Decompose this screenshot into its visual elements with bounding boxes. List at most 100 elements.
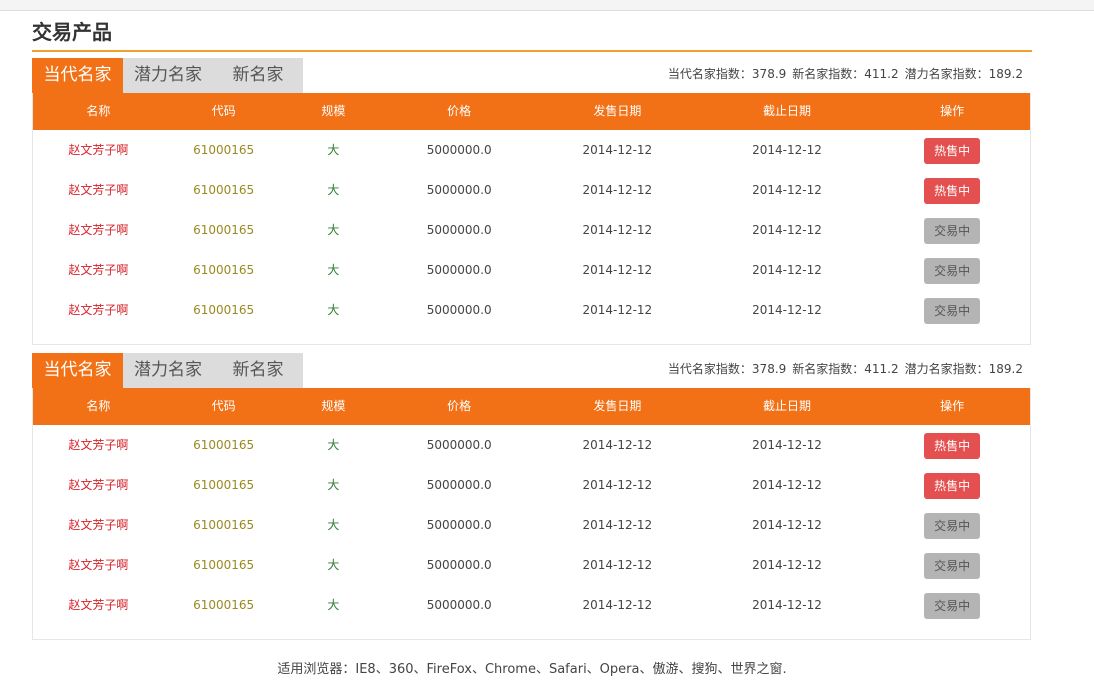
product-scale: 大 bbox=[327, 223, 340, 237]
tab-contemporary-masters[interactable]: 当代名家 bbox=[32, 58, 123, 93]
product-price: 5000000.0 bbox=[426, 558, 492, 572]
product-code: 61000165 bbox=[193, 558, 255, 572]
index-summary: 当代名家指数：378.9 新名家指数：411.2 潜力名家指数：189.2 bbox=[662, 353, 1023, 386]
product-scale: 大 bbox=[327, 143, 340, 157]
trading-button[interactable]: 交易中 bbox=[924, 217, 981, 244]
tab-new-masters[interactable]: 新名家 bbox=[213, 58, 303, 93]
product-name[interactable]: 赵文芳子啊 bbox=[33, 585, 164, 625]
hot-sale-button[interactable]: 热售中 bbox=[924, 137, 981, 164]
product-code: 61000165 bbox=[193, 263, 255, 277]
category-tabs: 当代名家 潜力名家 新名家 当代名家指数：378.9 新名家指数：411.2 潜力名家指数… bbox=[32, 353, 1031, 388]
column-header: 价格 bbox=[447, 104, 472, 118]
table-row: 赵文芳子啊 61000165 大 5000000.0 2014-12-12 2014-12… bbox=[33, 545, 1030, 585]
product-name[interactable]: 赵文芳子啊 bbox=[33, 250, 164, 290]
trading-button[interactable]: 交易中 bbox=[924, 257, 981, 284]
product-price: 5000000.0 bbox=[426, 518, 492, 532]
hot-sale-button[interactable]: 热售中 bbox=[924, 472, 981, 499]
product-table: 名称 代码 规模 价格 发售日期 截止日期 操作 赵文芳子啊 61000165 大 5000000.… bbox=[32, 93, 1031, 345]
product-scale: 大 bbox=[327, 183, 340, 197]
product-price: 5000000.0 bbox=[426, 438, 492, 452]
product-name[interactable]: 赵文芳子啊 bbox=[33, 210, 164, 250]
action-cell: 交易中 bbox=[874, 505, 1030, 545]
product-scale: 大 bbox=[327, 263, 340, 277]
product-code: 61000165 bbox=[193, 598, 255, 612]
product-price: 5000000.0 bbox=[426, 143, 492, 157]
index-summary: 当代名家指数：378.9 新名家指数：411.2 潜力名家指数：189.2 bbox=[662, 58, 1023, 91]
end-date: 2014-12-12 bbox=[752, 183, 822, 197]
column-header: 发售日期 bbox=[593, 104, 642, 118]
product-code: 61000165 bbox=[193, 143, 255, 157]
product-price: 5000000.0 bbox=[426, 263, 492, 277]
product-name[interactable]: 赵文芳子啊 bbox=[33, 545, 164, 585]
product-name[interactable]: 赵文芳子啊 bbox=[33, 170, 164, 210]
title-divider bbox=[32, 50, 1032, 52]
index-value: 潜力名家指数：189.2 bbox=[904, 67, 1023, 81]
product-code: 61000165 bbox=[193, 438, 255, 452]
table-row: 赵文芳子啊 61000165 大 5000000.0 2014-12-12 2014-12… bbox=[33, 210, 1030, 250]
product-name[interactable]: 赵文芳子啊 bbox=[33, 290, 164, 330]
trading-button[interactable]: 交易中 bbox=[924, 512, 981, 539]
end-date: 2014-12-12 bbox=[752, 518, 822, 532]
trading-button[interactable]: 交易中 bbox=[924, 297, 981, 324]
category-tabs: 当代名家 潜力名家 新名家 当代名家指数：378.9 新名家指数：411.2 潜力名家指数… bbox=[32, 58, 1031, 93]
product-name[interactable]: 赵文芳子啊 bbox=[33, 130, 164, 170]
trading-button[interactable]: 交易中 bbox=[924, 592, 981, 619]
table-row: 赵文芳子啊 61000165 大 5000000.0 2014-12-12 2014-12… bbox=[33, 170, 1030, 210]
action-cell: 热售中 bbox=[874, 465, 1030, 505]
column-header: 截止日期 bbox=[762, 399, 811, 413]
index-value: 当代名家指数：378.9 bbox=[667, 362, 787, 376]
product-code: 61000165 bbox=[193, 303, 255, 317]
issue-date: 2014-12-12 bbox=[582, 303, 653, 317]
tab-potential-masters[interactable]: 潜力名家 bbox=[123, 353, 213, 388]
action-cell: 交易中 bbox=[874, 545, 1030, 585]
column-header: 价格 bbox=[447, 399, 472, 413]
end-date: 2014-12-12 bbox=[752, 438, 822, 452]
action-cell: 交易中 bbox=[874, 585, 1030, 625]
issue-date: 2014-12-12 bbox=[582, 478, 653, 492]
tab-new-masters[interactable]: 新名家 bbox=[213, 353, 303, 388]
page-title: 交易产品 bbox=[32, 20, 112, 44]
product-code: 61000165 bbox=[193, 518, 255, 532]
product-price: 5000000.0 bbox=[426, 478, 492, 492]
action-cell: 交易中 bbox=[874, 210, 1030, 250]
end-date: 2014-12-12 bbox=[752, 263, 822, 277]
tab-contemporary-masters[interactable]: 当代名家 bbox=[32, 353, 123, 388]
table-bottom-padding bbox=[33, 330, 1030, 344]
action-cell: 热售中 bbox=[874, 130, 1030, 170]
index-value: 潜力名家指数：189.2 bbox=[904, 362, 1023, 376]
product-scale: 大 bbox=[327, 478, 340, 492]
column-header: 代码 bbox=[211, 399, 236, 413]
end-date: 2014-12-12 bbox=[752, 303, 822, 317]
column-header: 操作 bbox=[940, 104, 965, 118]
trading-button[interactable]: 交易中 bbox=[924, 552, 981, 579]
action-cell: 热售中 bbox=[874, 425, 1030, 465]
column-header: 名称 bbox=[86, 104, 111, 118]
browser-top-strip bbox=[0, 0, 1094, 11]
issue-date: 2014-12-12 bbox=[582, 438, 653, 452]
product-price: 5000000.0 bbox=[426, 223, 492, 237]
hot-sale-button[interactable]: 热售中 bbox=[924, 177, 981, 204]
product-name[interactable]: 赵文芳子啊 bbox=[33, 505, 164, 545]
column-header: 名称 bbox=[86, 399, 111, 413]
hot-sale-button[interactable]: 热售中 bbox=[924, 432, 981, 459]
index-value: 新名家指数：411.2 bbox=[792, 67, 899, 81]
product-price: 5000000.0 bbox=[426, 183, 492, 197]
end-date: 2014-12-12 bbox=[752, 143, 822, 157]
table-row: 赵文芳子啊 61000165 大 5000000.0 2014-12-12 2014-12… bbox=[33, 250, 1030, 290]
table-row: 赵文芳子啊 61000165 大 5000000.0 2014-12-12 2014-12… bbox=[33, 465, 1030, 505]
product-price: 5000000.0 bbox=[426, 303, 492, 317]
table-header: 名称 代码 规模 价格 发售日期 截止日期 操作 bbox=[33, 388, 1030, 425]
tab-potential-masters[interactable]: 潜力名家 bbox=[123, 58, 213, 93]
end-date: 2014-12-12 bbox=[752, 478, 822, 492]
issue-date: 2014-12-12 bbox=[582, 143, 653, 157]
issue-date: 2014-12-12 bbox=[582, 183, 653, 197]
product-name[interactable]: 赵文芳子啊 bbox=[33, 465, 164, 505]
issue-date: 2014-12-12 bbox=[582, 558, 653, 572]
column-header: 截止日期 bbox=[762, 104, 811, 118]
end-date: 2014-12-12 bbox=[752, 598, 822, 612]
product-scale: 大 bbox=[327, 518, 340, 532]
product-name[interactable]: 赵文芳子啊 bbox=[33, 425, 164, 465]
product-scale: 大 bbox=[327, 438, 340, 452]
issue-date: 2014-12-12 bbox=[582, 223, 653, 237]
column-header: 规模 bbox=[321, 399, 346, 413]
